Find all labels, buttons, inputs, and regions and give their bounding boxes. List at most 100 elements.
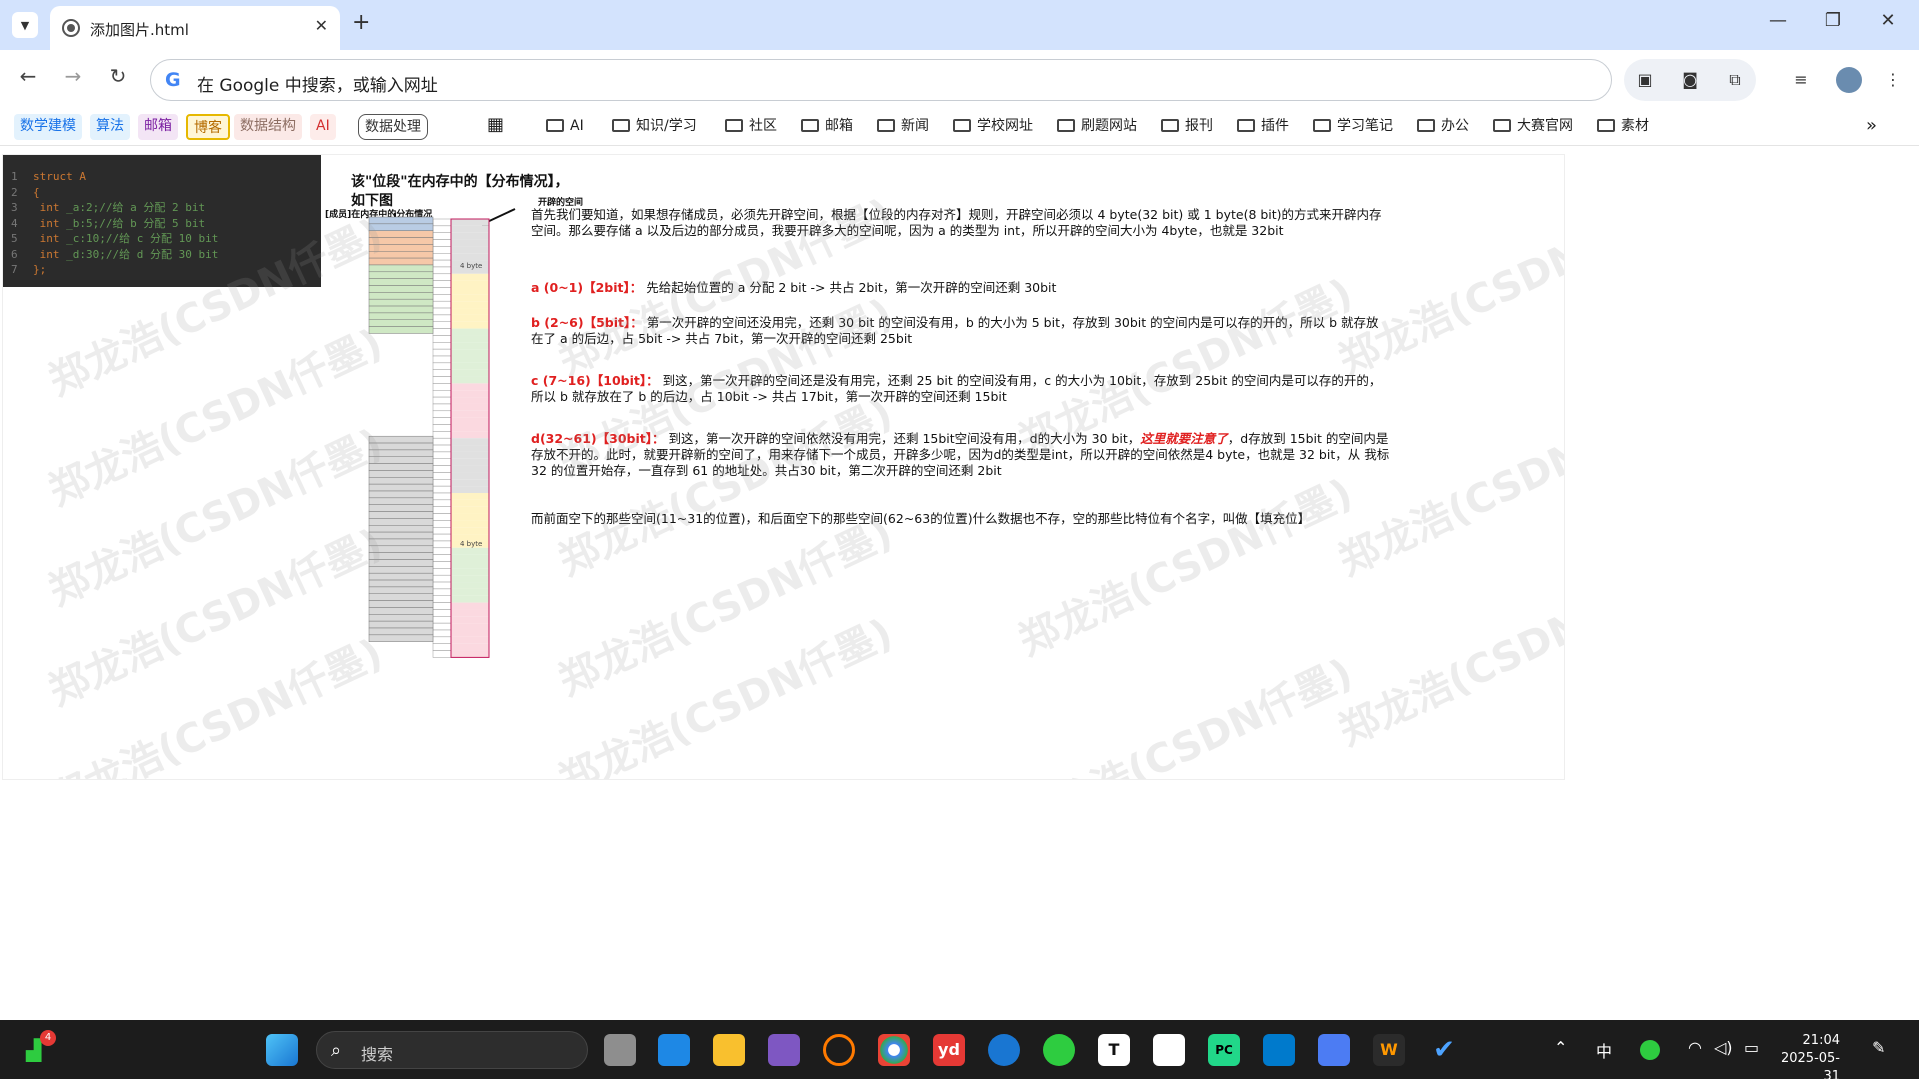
bookmark-folder[interactable]: 报刊 — [1161, 114, 1213, 140]
bookmark-folder[interactable]: 社区 — [725, 114, 777, 140]
chevron-up-icon[interactable]: ⌃ — [1554, 1038, 1567, 1057]
member-bit-cell — [368, 600, 434, 608]
bit-index-cell — [432, 390, 452, 398]
title-bar: ▼ 添加图片.html ✕ + — ❐ ✕ — [0, 0, 1919, 50]
bookmark-folder[interactable]: 办公 — [1417, 114, 1469, 140]
wechat-icon[interactable] — [1043, 1034, 1075, 1066]
pycharm-icon[interactable]: PC — [1208, 1034, 1240, 1066]
bookmark-chip[interactable]: 算法 — [90, 114, 130, 140]
restore-button[interactable]: ❐ — [1813, 10, 1853, 31]
bit-index-cell — [432, 540, 452, 549]
puzzle-extensions-icon[interactable]: ⧉ — [1724, 69, 1746, 91]
bookmark-folder[interactable]: 大赛官网 — [1493, 114, 1573, 140]
bookmark-chip[interactable]: 数据结构 — [234, 114, 302, 140]
visual-studio-icon[interactable] — [768, 1034, 800, 1066]
incognito-extension-icon[interactable]: ◙ — [1679, 69, 1701, 91]
bit-index-cell — [432, 609, 452, 617]
bookmark-folder[interactable]: 学习笔记 — [1313, 114, 1393, 140]
new-tab-button[interactable]: + — [352, 10, 370, 35]
battery-icon[interactable]: ▭ — [1744, 1038, 1759, 1057]
bit-index-cell — [432, 348, 452, 357]
photos-icon[interactable] — [1153, 1034, 1185, 1066]
notification-center-icon[interactable]: ✎ — [1872, 1038, 1885, 1057]
profile-avatar[interactable] — [1836, 67, 1862, 93]
youdao-icon[interactable]: yd — [933, 1034, 965, 1066]
member-bit-cell — [368, 463, 434, 471]
code-line: 5 int _c:10;//给 c 分配 10 bit — [11, 231, 313, 247]
vscode-icon[interactable] — [1263, 1034, 1295, 1066]
wps-icon[interactable]: W — [1373, 1034, 1405, 1066]
todo-check-icon[interactable]: ✔ — [1428, 1034, 1460, 1066]
member-bit-cell — [368, 435, 434, 444]
security-shield-icon[interactable] — [658, 1034, 690, 1066]
bookmark-folder[interactable]: 邮箱 — [801, 114, 853, 140]
tab-close-button[interactable]: ✕ — [315, 16, 328, 35]
bookmark-folder-label: 邮箱 — [825, 118, 853, 134]
forward-button[interactable]: → — [58, 64, 88, 88]
taskbar-search[interactable]: ⌕ 搜索 — [316, 1031, 588, 1069]
menu-icon[interactable]: ⋮ — [1882, 69, 1904, 91]
notes-app-icon[interactable] — [1318, 1034, 1350, 1066]
member-c-heading: c (7~16)【10bit】： — [531, 373, 659, 388]
bookmark-folder[interactable]: 新闻 — [877, 114, 929, 140]
space-bit-cell — [451, 239, 489, 247]
bookmark-chip[interactable]: 博客 — [186, 114, 230, 140]
space-bit-cell — [451, 609, 489, 617]
apps-grid-icon[interactable]: ▦ — [487, 114, 504, 140]
tab-search-button[interactable]: ▼ — [12, 12, 38, 38]
reload-button[interactable]: ↻ — [103, 64, 133, 88]
member-bit-cell — [368, 223, 434, 231]
back-button[interactable]: ← — [13, 64, 43, 88]
window-close-button[interactable]: ✕ — [1868, 10, 1908, 31]
bookmark-chip[interactable]: 数学建模 — [14, 114, 82, 140]
space-bit-cell — [451, 356, 489, 363]
bookmark-folder[interactable]: 插件 — [1237, 114, 1289, 140]
tab-active[interactable]: 添加图片.html ✕ — [50, 6, 340, 50]
bookmark-chip[interactable]: AI — [310, 114, 336, 140]
space-bit-cell — [451, 493, 489, 500]
member-bit-cell — [368, 525, 434, 533]
address-bar[interactable]: G 在 Google 中搜索，或输入网址 — [150, 59, 1612, 101]
bit-index-cell — [432, 431, 452, 439]
ime-indicator[interactable]: 中 — [1596, 1038, 1612, 1062]
space-bit-cell — [451, 349, 489, 356]
chrome-icon[interactable] — [878, 1034, 910, 1066]
bookmark-folder[interactable]: AI — [546, 114, 584, 140]
bookmark-folder[interactable]: 刷题网站 — [1057, 114, 1137, 140]
more-bookmarks-button[interactable]: » — [1866, 114, 1877, 140]
member-bit-cell — [368, 620, 434, 629]
reading-list-icon[interactable]: ≡ — [1790, 69, 1812, 91]
typora-icon[interactable]: T — [1098, 1034, 1130, 1066]
paragraph-a: a (0~1)【2bit】： 先给起始位置的 a 分配 2 bit -> 共占 … — [531, 280, 1391, 296]
space-bit-cell — [451, 465, 489, 473]
bit-index-cell — [432, 520, 452, 528]
file-explorer-icon[interactable] — [713, 1034, 745, 1066]
volume-icon[interactable]: ◁) — [1714, 1038, 1733, 1057]
edge-icon[interactable] — [988, 1034, 1020, 1066]
bookmark-folder[interactable]: 素材 — [1597, 114, 1649, 140]
wifi-icon[interactable]: ◠ — [1688, 1038, 1702, 1057]
task-view-icon[interactable] — [604, 1034, 636, 1066]
bookmark-folder-label: 学校网址 — [977, 118, 1033, 134]
search-tool-icon[interactable] — [823, 1034, 855, 1066]
member-bit-cell — [368, 298, 434, 307]
member-bit-cell — [368, 586, 434, 594]
code-keyword: int — [33, 201, 60, 214]
bookmark-folder[interactable]: 学校网址 — [953, 114, 1033, 140]
camera-extension-icon[interactable]: ▣ — [1634, 69, 1656, 91]
app-tray-icon[interactable] — [1640, 1040, 1660, 1060]
bookmark-chip[interactable]: 邮箱 — [138, 114, 178, 140]
space-bit-cell — [451, 362, 489, 370]
start-button[interactable] — [266, 1034, 298, 1066]
member-d-heading: d(32~61)【30bit】： — [531, 431, 665, 446]
notification-badge: 4 — [40, 1030, 56, 1046]
member-bit-cell — [368, 614, 434, 622]
toolbar: ← → ↻ G 在 Google 中搜索，或输入网址 ▣ ◙ ⧉ ≡ ⋮ — [0, 50, 1919, 108]
bookmarks-bar: 数学建模 算法 邮箱 博客 数据结构 AI 数据处理 ▦ AI 知识/学习 社区 邮箱 新闻 学校网址… — [0, 108, 1919, 146]
bit-index-cell — [432, 410, 452, 418]
system-clock[interactable]: 21:04 2025-05-31 — [1780, 1032, 1840, 1079]
bookmark-chip[interactable]: 数据处理 — [358, 114, 428, 140]
bookmark-folder[interactable]: 知识/学习 — [612, 114, 697, 140]
bit-index-cell — [432, 492, 452, 501]
minimize-button[interactable]: — — [1758, 10, 1798, 31]
